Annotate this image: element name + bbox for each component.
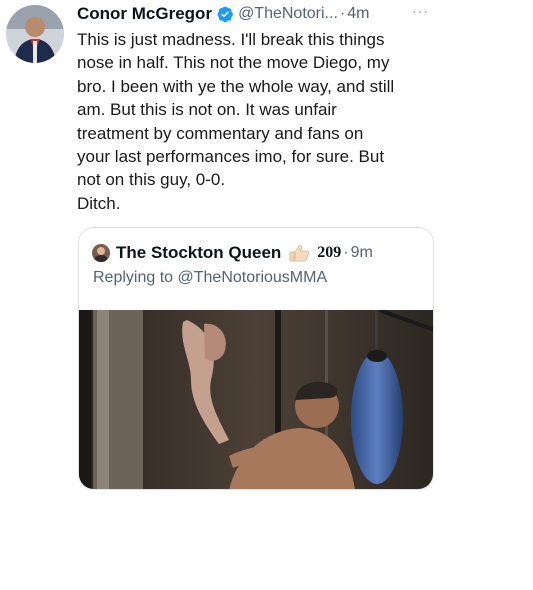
tweet-text: This is just madness. I'll break this th…: [77, 30, 395, 213]
quoted-tweet-media[interactable]: [79, 310, 433, 489]
tweet[interactable]: Conor McGregor @TheNotori... · 4m ··· Th…: [0, 0, 533, 590]
tweet-timestamp[interactable]: 4m: [347, 5, 369, 23]
quoted-author-avatar[interactable]: [92, 244, 110, 262]
author-name[interactable]: Conor McGregor: [77, 4, 212, 24]
tweet-header: Conor McGregor @TheNotori... · 4m: [77, 3, 369, 25]
quoted-author-name[interactable]: The Stockton Queen: [116, 243, 281, 263]
thumbs-up-emoji-icon: [289, 245, 310, 262]
author-avatar[interactable]: [6, 5, 64, 63]
verified-badge-icon: [217, 6, 233, 23]
replying-to-mention[interactable]: @TheNotoriousMMA: [178, 269, 328, 286]
quoted-tweet[interactable]: The Stockton Queen 209 · 9m Replying to …: [78, 227, 434, 490]
quoted-tweet-timestamp[interactable]: 9m: [351, 244, 373, 262]
header-separator: ·: [339, 5, 346, 22]
replying-to: Replying to @TheNotoriousMMA: [93, 269, 327, 287]
quoted-tweet-header: The Stockton Queen 209 · 9m: [92, 242, 373, 264]
author-handle[interactable]: @TheNotori...: [238, 5, 338, 23]
quoted-header-separator: ·: [343, 244, 349, 261]
more-options-icon[interactable]: ···: [412, 3, 429, 19]
replying-to-label: Replying to: [93, 269, 178, 286]
quoted-author-count: 209: [317, 244, 342, 261]
